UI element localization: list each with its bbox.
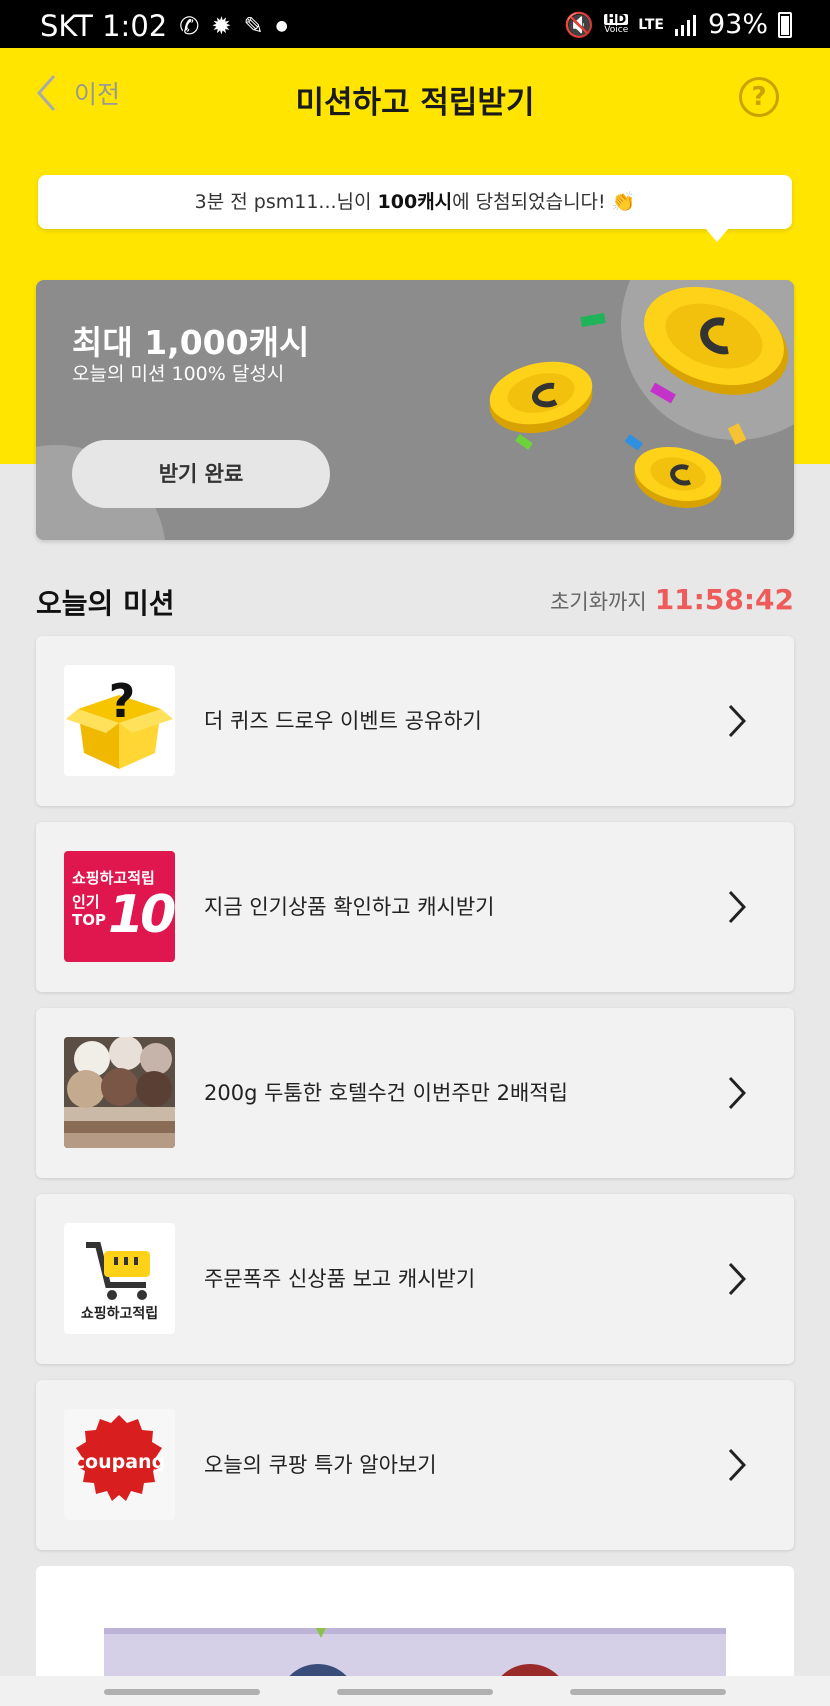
mission-item-popular-products[interactable]: 쇼핑하고적립 인기 TOP 10 지금 인기상품 확인하고 캐시받기 (36, 822, 794, 992)
battery-icon (778, 11, 792, 38)
missions-title: 오늘의 미션 (36, 587, 175, 620)
boot-icon: ✎ (243, 12, 264, 40)
top10-badge: 쇼핑하고적립 인기 TOP 10 (64, 851, 175, 962)
nav-home-button[interactable] (337, 1689, 493, 1695)
chevron-right-icon (728, 890, 746, 924)
system-nav-bar (0, 1676, 830, 1706)
coupang-badge: coupang (64, 1409, 175, 1520)
mission-label: 오늘의 쿠팡 특가 알아보기 (204, 1453, 437, 1477)
coin-medium-icon (489, 361, 593, 434)
mission-item-hotel-towels[interactable]: 200g 두툼한 호텔수건 이번주만 2배적립 (36, 1008, 794, 1178)
reset-timer: 11:58:42 (654, 583, 794, 616)
settings-gear-icon: ✹ (211, 12, 232, 40)
svg-text:?: ? (109, 674, 136, 728)
mission-label: 더 퀴즈 드로우 이벤트 공유하기 (204, 709, 482, 733)
mission-item-quiz-share[interactable]: ? 더 퀴즈 드로우 이벤트 공유하기 (36, 636, 794, 806)
notice-amount: 100캐시 (377, 191, 453, 213)
towels-photo (64, 1037, 175, 1148)
help-button[interactable]: ? (739, 77, 779, 117)
mission-label: 지금 인기상품 확인하고 캐시받기 (204, 895, 495, 919)
coins-illustration (489, 286, 789, 508)
mission-item-coupang-deals[interactable]: coupang 오늘의 쿠팡 특가 알아보기 (36, 1380, 794, 1550)
nav-back-button[interactable] (570, 1689, 726, 1695)
chevron-right-icon (728, 704, 746, 738)
signal-icon (674, 14, 696, 36)
lte-icon: LTE (638, 16, 664, 33)
battery-percent: 93% (707, 9, 768, 40)
nav-recent-button[interactable] (104, 1689, 260, 1695)
chevron-right-icon (728, 1448, 746, 1482)
reward-subtitle: 오늘의 미션 100% 달성시 (72, 363, 285, 385)
notification-dot-icon: ● (275, 18, 288, 34)
mission-label: 주문폭주 신상품 보고 캐시받기 (204, 1267, 476, 1291)
reward-card: 최대 1,000캐시 오늘의 미션 100% 달성시 받기 완료 (36, 280, 794, 540)
chevron-right-icon (728, 1076, 746, 1110)
coin-small-icon (634, 446, 722, 508)
page-title: 미션하고 적립받기 (295, 85, 535, 121)
winner-notice: 3분 전 psm11...님이 100캐시에 당첨되었습니다! 👏 (38, 175, 792, 229)
reset-label: 초기화까지 (550, 590, 647, 614)
mission-label: 200g 두툼한 호텔수건 이번주만 2배적립 (204, 1081, 568, 1105)
mission-item-new-products[interactable]: 쇼핑하고적립 주문폭주 신상품 보고 캐시받기 (36, 1194, 794, 1364)
carrier-time: SKT 1:02 (40, 9, 168, 43)
claim-complete-button[interactable]: 받기 완료 (72, 440, 330, 508)
wifi-call-icon: ✆ (179, 12, 200, 40)
mystery-box-icon: ? (64, 665, 175, 776)
hd-voice-icon: HD Voice (604, 11, 629, 35)
vibrate-mute-icon: 🔇 (564, 10, 595, 39)
chevron-right-icon (728, 1262, 746, 1296)
shopping-cart-icon: 쇼핑하고적립 (64, 1223, 175, 1334)
status-bar: SKT 1:02 ✆ ✹ ✎ ● 🔇 HD Voice LTE 93% (0, 0, 830, 48)
reset-countdown: 초기화까지 11:58:42 (550, 583, 794, 616)
notice-tail (705, 228, 729, 242)
reward-title: 최대 1,000캐시 (72, 323, 310, 362)
